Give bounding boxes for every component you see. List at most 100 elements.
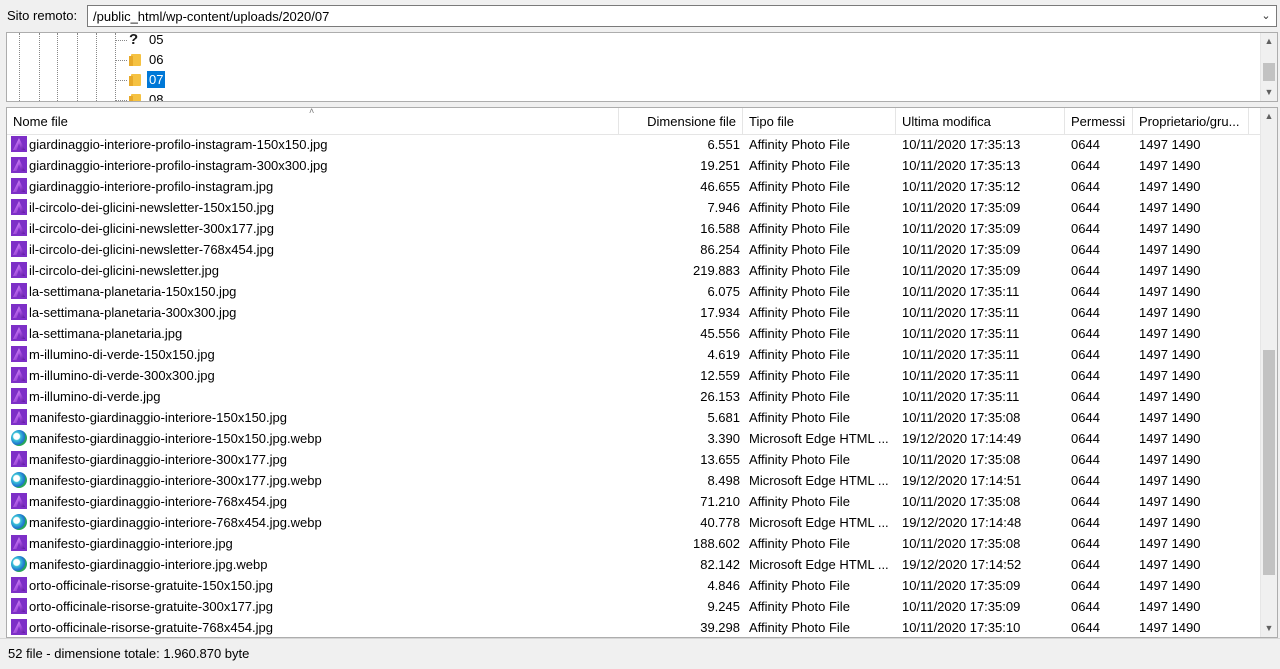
file-name-cell[interactable]: il-circolo-dei-glicini-newsletter-768x45… <box>11 239 611 260</box>
file-name-cell[interactable]: la-settimana-planetaria-150x150.jpg <box>11 281 611 302</box>
file-name-cell[interactable]: manifesto-giardinaggio-interiore-150x150… <box>11 428 611 449</box>
chevron-down-icon[interactable]: ⌄ <box>1259 8 1273 24</box>
file-modified: 10/11/2020 17:35:09 <box>902 242 1021 257</box>
tree-node-label[interactable]: 06 <box>147 51 165 68</box>
file-name-cell[interactable]: il-circolo-dei-glicini-newsletter-300x17… <box>11 218 611 239</box>
file-name-cell[interactable]: il-circolo-dei-glicini-newsletter.jpg <box>11 260 611 281</box>
file-name-cell[interactable]: manifesto-giardinaggio-interiore-768x454… <box>11 512 611 533</box>
file-row[interactable]: manifesto-giardinaggio-interiore-150x150… <box>7 407 1261 428</box>
file-size: 9.245 <box>707 599 740 614</box>
affinity-photo-icon <box>11 199 27 215</box>
tree-node-08[interactable]: 08 <box>115 90 315 101</box>
file-owner: 1497 1490 <box>1139 578 1201 593</box>
file-name-cell[interactable]: giardinaggio-interiore-profilo-instagram… <box>11 155 611 176</box>
file-name-cell[interactable]: manifesto-giardinaggio-interiore-768x454… <box>11 491 611 512</box>
tree-node-06[interactable]: 06 <box>115 50 315 70</box>
file-name-cell[interactable]: giardinaggio-interiore-profilo-instagram… <box>11 134 611 155</box>
file-row[interactable]: orto-officinale-risorse-gratuite-300x177… <box>7 596 1261 617</box>
file-permissions: 0644 <box>1071 494 1100 509</box>
file-row[interactable]: manifesto-giardinaggio-interiore-300x177… <box>7 449 1261 470</box>
remote-site-label: Sito remoto: <box>7 8 78 23</box>
tree-node-05[interactable]: ? 05 <box>115 33 315 50</box>
file-list-scrollbar[interactable]: ▲ ▼ <box>1260 108 1277 637</box>
column-header-name[interactable]: Nome file <box>7 108 619 134</box>
file-row[interactable]: il-circolo-dei-glicini-newsletter-768x45… <box>7 239 1261 260</box>
file-name-cell[interactable]: la-settimana-planetaria-300x300.jpg <box>11 302 611 323</box>
file-name: orto-officinale-risorse-gratuite-768x454… <box>29 620 273 635</box>
tree-node-label[interactable]: 08 <box>147 91 165 101</box>
file-modified: 10/11/2020 17:35:12 <box>902 179 1021 194</box>
tree-guide-line <box>57 33 58 101</box>
file-owner: 1497 1490 <box>1139 410 1201 425</box>
file-rows: giardinaggio-interiore-profilo-instagram… <box>7 134 1261 637</box>
column-header-permissions[interactable]: Permessi <box>1065 108 1133 134</box>
file-row[interactable]: giardinaggio-interiore-profilo-instagram… <box>7 176 1261 197</box>
edge-icon <box>11 514 27 530</box>
file-row[interactable]: m-illumino-di-verde-300x300.jpg 12.559 Aff… <box>7 365 1261 386</box>
column-header-owner[interactable]: Proprietario/gru... <box>1133 108 1249 134</box>
file-name-cell[interactable]: orto-officinale-risorse-gratuite-768x454… <box>11 617 611 637</box>
file-size: 4.846 <box>707 578 740 593</box>
file-name-cell[interactable]: manifesto-giardinaggio-interiore.jpg <box>11 533 611 554</box>
tree-scrollbar[interactable]: ▲ ▼ <box>1260 33 1277 101</box>
remote-path-value[interactable]: /public_html/wp-content/uploads/2020/07 <box>93 9 329 24</box>
file-row[interactable]: orto-officinale-risorse-gratuite-150x150… <box>7 575 1261 596</box>
file-type: Affinity Photo File <box>749 368 850 383</box>
file-row[interactable]: la-settimana-planetaria.jpg 45.556 Affinit… <box>7 323 1261 344</box>
file-row[interactable]: il-circolo-dei-glicini-newsletter.jpg 219… <box>7 260 1261 281</box>
file-row[interactable]: giardinaggio-interiore-profilo-instagram… <box>7 155 1261 176</box>
file-name-cell[interactable]: giardinaggio-interiore-profilo-instagram… <box>11 176 611 197</box>
tree-node-07[interactable]: 07 <box>115 70 315 90</box>
file-name-cell[interactable]: manifesto-giardinaggio-interiore-150x150… <box>11 407 611 428</box>
file-row[interactable]: m-illumino-di-verde.jpg 26.153 Affinity Ph… <box>7 386 1261 407</box>
file-modified: 10/11/2020 17:35:13 <box>902 158 1021 173</box>
tree-node-label[interactable]: 07 <box>147 71 166 88</box>
file-name: la-settimana-planetaria-150x150.jpg <box>29 284 237 299</box>
scroll-down-icon[interactable]: ▼ <box>1261 84 1277 101</box>
column-header-modified[interactable]: Ultima modifica <box>896 108 1065 134</box>
file-name-cell[interactable]: la-settimana-planetaria.jpg <box>11 323 611 344</box>
file-row[interactable]: manifesto-giardinaggio-interiore.jpg.web… <box>7 554 1261 575</box>
file-row[interactable]: manifesto-giardinaggio-interiore.jpg 188.… <box>7 533 1261 554</box>
file-name-cell[interactable]: manifesto-giardinaggio-interiore-300x177… <box>11 470 611 491</box>
file-permissions: 0644 <box>1071 242 1100 257</box>
file-row[interactable]: la-settimana-planetaria-300x300.jpg 17.93… <box>7 302 1261 323</box>
affinity-photo-icon <box>11 325 27 341</box>
file-row[interactable]: il-circolo-dei-glicini-newsletter-150x15… <box>7 197 1261 218</box>
file-modified: 10/11/2020 17:35:09 <box>902 599 1021 614</box>
file-row[interactable]: orto-officinale-risorse-gratuite-768x454… <box>7 617 1261 637</box>
remote-site-bar: Sito remoto: /public_html/wp-content/upl… <box>0 0 1280 32</box>
file-name-cell[interactable]: m-illumino-di-verde-150x150.jpg <box>11 344 611 365</box>
column-header-type[interactable]: Tipo file <box>743 108 896 134</box>
file-name-cell[interactable]: m-illumino-di-verde.jpg <box>11 386 611 407</box>
file-type: Affinity Photo File <box>749 536 850 551</box>
file-name-cell[interactable]: manifesto-giardinaggio-interiore.jpg.web… <box>11 554 611 575</box>
file-name-cell[interactable]: orto-officinale-risorse-gratuite-150x150… <box>11 575 611 596</box>
remote-path-combobox[interactable]: /public_html/wp-content/uploads/2020/07 … <box>87 5 1277 27</box>
file-row[interactable]: il-circolo-dei-glicini-newsletter-300x17… <box>7 218 1261 239</box>
file-name-cell[interactable]: m-illumino-di-verde-300x300.jpg <box>11 365 611 386</box>
file-row[interactable]: manifesto-giardinaggio-interiore-768x454… <box>7 512 1261 533</box>
scroll-down-icon[interactable]: ▼ <box>1261 620 1277 637</box>
tree-guide-line <box>39 33 40 101</box>
file-row[interactable]: manifesto-giardinaggio-interiore-768x454… <box>7 491 1261 512</box>
file-row[interactable]: giardinaggio-interiore-profilo-instagram… <box>7 134 1261 155</box>
file-row[interactable]: la-settimana-planetaria-150x150.jpg 6.075… <box>7 281 1261 302</box>
scroll-up-icon[interactable]: ▲ <box>1261 108 1277 125</box>
affinity-photo-icon <box>11 598 27 614</box>
column-header-size[interactable]: Dimensione file <box>619 108 743 134</box>
file-name-cell[interactable]: orto-officinale-risorse-gratuite-300x177… <box>11 596 611 617</box>
file-list-scroll-thumb[interactable] <box>1263 350 1275 575</box>
file-row[interactable]: m-illumino-di-verde-150x150.jpg 4.619 Affi… <box>7 344 1261 365</box>
tree-scroll-thumb[interactable] <box>1263 63 1275 81</box>
scroll-up-icon[interactable]: ▲ <box>1261 33 1277 50</box>
file-permissions: 0644 <box>1071 452 1100 467</box>
file-owner: 1497 1490 <box>1139 515 1201 530</box>
file-row[interactable]: manifesto-giardinaggio-interiore-150x150… <box>7 428 1261 449</box>
file-name-cell[interactable]: il-circolo-dei-glicini-newsletter-150x15… <box>11 197 611 218</box>
file-size: 12.559 <box>700 368 740 383</box>
file-name-cell[interactable]: manifesto-giardinaggio-interiore-300x177… <box>11 449 611 470</box>
file-permissions: 0644 <box>1071 326 1100 341</box>
tree-node-label[interactable]: 05 <box>147 33 165 48</box>
file-row[interactable]: manifesto-giardinaggio-interiore-300x177… <box>7 470 1261 491</box>
